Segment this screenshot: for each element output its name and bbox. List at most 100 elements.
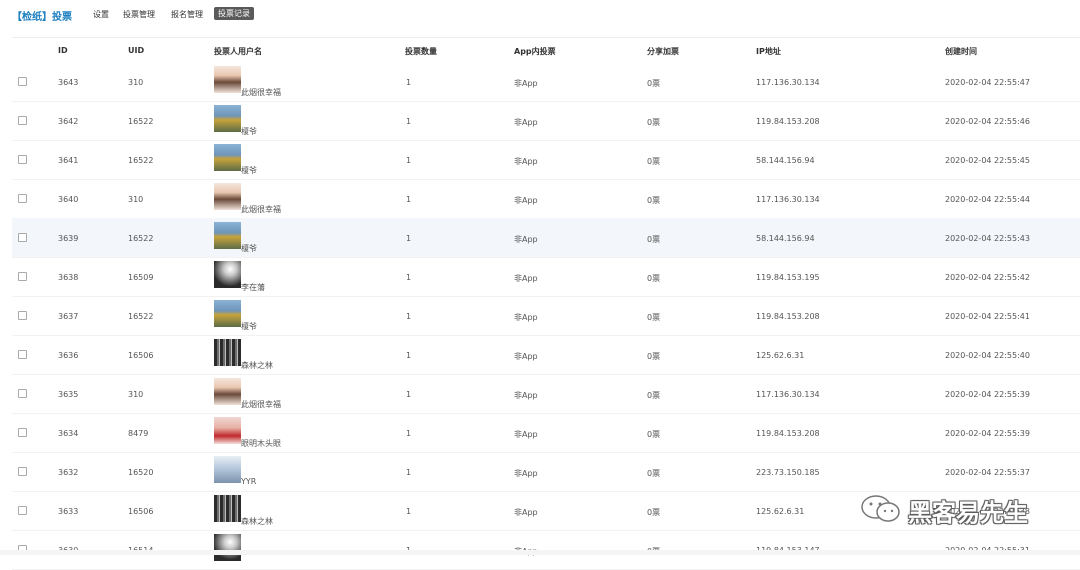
table-row[interactable]: 3640 310 1 非App 0票 117.136.30.134 2020-02-04 2…	[12, 179, 1080, 219]
cell-ip-address: 58.144.156.94	[756, 234, 815, 243]
voter-username: 榎爷	[241, 244, 257, 253]
cell-share-bonus: 0票	[647, 352, 661, 361]
cell-share-bonus: 0票	[647, 313, 661, 322]
voter-username: 李在藩	[241, 283, 265, 292]
cell-in-app-vote: 非App	[514, 79, 538, 88]
cell-ip-address: 117.136.30.134	[756, 390, 820, 399]
row-checkbox[interactable]	[18, 77, 27, 86]
row-checkbox[interactable]	[18, 428, 27, 437]
man-avatar	[214, 105, 241, 132]
cell-vote-count: 1	[406, 507, 412, 516]
row-checkbox[interactable]	[18, 272, 27, 281]
col-in-app-vote: App内投票	[514, 47, 556, 56]
cell-share-bonus: 0票	[647, 118, 661, 127]
cell-id: 3638	[58, 273, 79, 282]
table-header: ID UID 投票人用户名 投票数量 App内投票 分享加票 IP地址 创建时间	[0, 38, 1080, 62]
cell-created-time: 2020-02-04 22:55:42	[945, 273, 1030, 282]
wechat-icon	[861, 495, 900, 522]
cell-id: 3640	[58, 195, 79, 204]
cell-created-time: 2020-02-04 22:55:45	[945, 156, 1030, 165]
voter-username: YYR	[241, 477, 257, 486]
cell-in-app-vote: 非App	[514, 118, 538, 127]
cell-id: 3642	[58, 117, 79, 126]
cell-uid: 16520	[128, 468, 154, 477]
voter-username: 此烟很幸福	[241, 400, 281, 409]
cell-share-bonus: 0票	[647, 274, 661, 283]
cell-share-bonus: 0票	[647, 391, 661, 400]
nav-settings[interactable]: 设置	[93, 9, 109, 20]
nav-vote-management[interactable]: 投票管理	[123, 9, 155, 20]
man-avatar	[214, 144, 241, 171]
cell-vote-count: 1	[406, 156, 412, 165]
voter-username: 此烟很幸福	[241, 88, 281, 97]
nav-vote-records[interactable]: 投票记录	[214, 7, 254, 20]
cell-uid: 310	[128, 78, 144, 87]
cell-vote-count: 1	[406, 429, 412, 438]
cell-in-app-vote: 非App	[514, 157, 538, 166]
watermark: 黑客易先生	[860, 490, 1060, 530]
cell-created-time: 2020-02-04 22:55:37	[945, 468, 1030, 477]
row-checkbox[interactable]	[18, 350, 27, 359]
cell-in-app-vote: 非App	[514, 391, 538, 400]
cell-share-bonus: 0票	[647, 508, 661, 517]
row-checkbox[interactable]	[18, 116, 27, 125]
cell-in-app-vote: 非App	[514, 235, 538, 244]
voter-username: 榎爷	[241, 166, 257, 175]
cell-in-app-vote: 非App	[514, 196, 538, 205]
cell-ip-address: 117.136.30.134	[756, 78, 820, 87]
cell-vote-count: 1	[406, 195, 412, 204]
cell-uid: 16522	[128, 234, 154, 243]
cell-created-time: 2020-02-04 22:55:47	[945, 78, 1030, 87]
cell-id: 3643	[58, 78, 79, 87]
bottom-scrollbar[interactable]	[0, 550, 1080, 555]
cell-vote-count: 1	[406, 273, 412, 282]
cell-id: 3633	[58, 507, 79, 516]
col-vote-count: 投票数量	[405, 47, 437, 56]
cell-uid: 16522	[128, 117, 154, 126]
man-avatar	[214, 300, 241, 327]
table-row[interactable]: 3641 16522 1 非App 0票 58.144.156.94 2020-02-04 …	[12, 140, 1080, 180]
table-row[interactable]: 3642 16522 1 非App 0票 119.84.153.208 2020-02-04…	[12, 101, 1080, 141]
red-avatar	[214, 417, 241, 444]
table-row[interactable]: 3643 310 1 非App 0票 117.136.30.134 2020-02-04 2…	[12, 62, 1080, 102]
girl-avatar	[214, 66, 241, 93]
table-row[interactable]: 3635 310 1 非App 0票 117.136.30.134 2020-02-04 2…	[12, 374, 1080, 414]
table-row[interactable]: 3637 16522 1 非App 0票 119.84.153.208 2020-02-04…	[12, 296, 1080, 336]
cell-vote-count: 1	[406, 351, 412, 360]
voter-username: 榎爷	[241, 127, 257, 136]
dark-avatar	[214, 261, 241, 288]
cell-share-bonus: 0票	[647, 235, 661, 244]
table-row[interactable]: 3634 8479 1 非App 0票 119.84.153.208 2020-02-04 …	[12, 413, 1080, 453]
cell-created-time: 2020-02-04 22:55:44	[945, 195, 1030, 204]
table-row[interactable]: 3636 16506 1 非App 0票 125.62.6.31 2020-02-04 22…	[12, 335, 1080, 375]
voter-username: 此烟很幸福	[241, 205, 281, 214]
forest-avatar	[214, 495, 241, 522]
voter-username: 榎爷	[241, 322, 257, 331]
cell-ip-address: 119.84.153.208	[756, 117, 820, 126]
row-checkbox[interactable]	[18, 194, 27, 203]
girl-avatar	[214, 183, 241, 210]
cell-id: 3639	[58, 234, 79, 243]
cell-id: 3635	[58, 390, 79, 399]
col-id: ID	[58, 46, 68, 55]
table-row[interactable]: 3638 16509 1 非App 0票 119.84.153.195 2020-02-04…	[12, 257, 1080, 297]
table-row[interactable]: 3639 16522 1 非App 0票 58.144.156.94 2020-02-04 …	[12, 218, 1080, 258]
sky-avatar	[214, 456, 241, 483]
watermark-text: 黑客易先生	[908, 499, 1028, 527]
col-created-time: 创建时间	[945, 47, 977, 56]
cell-uid: 16509	[128, 273, 154, 282]
row-checkbox[interactable]	[18, 467, 27, 476]
cell-in-app-vote: 非App	[514, 313, 538, 322]
row-checkbox[interactable]	[18, 233, 27, 242]
col-username: 投票人用户名	[214, 47, 262, 56]
cell-share-bonus: 0票	[647, 196, 661, 205]
cell-created-time: 2020-02-04 22:55:39	[945, 390, 1030, 399]
row-checkbox[interactable]	[18, 311, 27, 320]
row-checkbox[interactable]	[18, 155, 27, 164]
table-row[interactable]: 3632 16520 1 非App 0票 223.73.150.185 2020-02-04…	[12, 452, 1080, 492]
row-checkbox[interactable]	[18, 389, 27, 398]
row-checkbox[interactable]	[18, 506, 27, 515]
cell-uid: 310	[128, 195, 144, 204]
nav-registration-management[interactable]: 报名管理	[171, 9, 203, 20]
girl-avatar	[214, 378, 241, 405]
